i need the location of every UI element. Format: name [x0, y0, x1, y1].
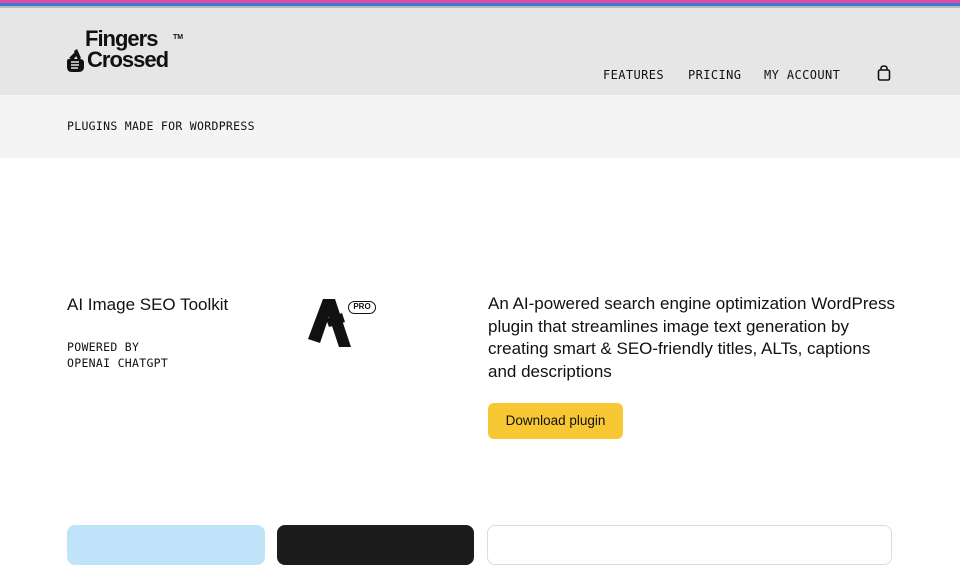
powered-by-line-2: OPENAI CHATGPT [67, 356, 169, 370]
logo-wordmark: Fingers Crossed [85, 28, 169, 72]
nav-link-pricing[interactable]: PRICING [688, 68, 741, 84]
shopping-bag-icon[interactable] [877, 65, 891, 81]
fingers-crossed-logo[interactable]: Fingers Crossed TM [66, 28, 188, 76]
trademark-symbol: TM [173, 34, 184, 41]
pro-badge: PRO [348, 301, 376, 314]
powered-by-label: POWERED BY OPENAI CHATGPT [67, 339, 168, 371]
nav-link-features[interactable]: FEATURES [603, 68, 664, 84]
feature-card-blue[interactable] [67, 525, 265, 565]
subbar-tagline: PLUGINS MADE FOR WORDPRESS [67, 119, 255, 133]
product-description: An AI-powered search engine optimization… [488, 294, 895, 382]
feature-card-white[interactable] [487, 525, 892, 565]
sub-header-bar: PLUGINS MADE FOR WORDPRESS [0, 95, 960, 158]
product-title: AI Image SEO Toolkit [67, 295, 229, 314]
nav-link-my-account[interactable]: MY ACCOUNT [764, 68, 840, 84]
feature-card-dark[interactable] [277, 525, 474, 565]
top-color-stripe [0, 0, 960, 8]
logo-line-2: Crossed [87, 47, 169, 72]
download-plugin-button[interactable]: Download plugin [488, 403, 623, 439]
powered-by-line-1: POWERED BY [67, 340, 140, 354]
site-header: Fingers Crossed TM FEATURES PRICING MY A… [0, 8, 960, 95]
